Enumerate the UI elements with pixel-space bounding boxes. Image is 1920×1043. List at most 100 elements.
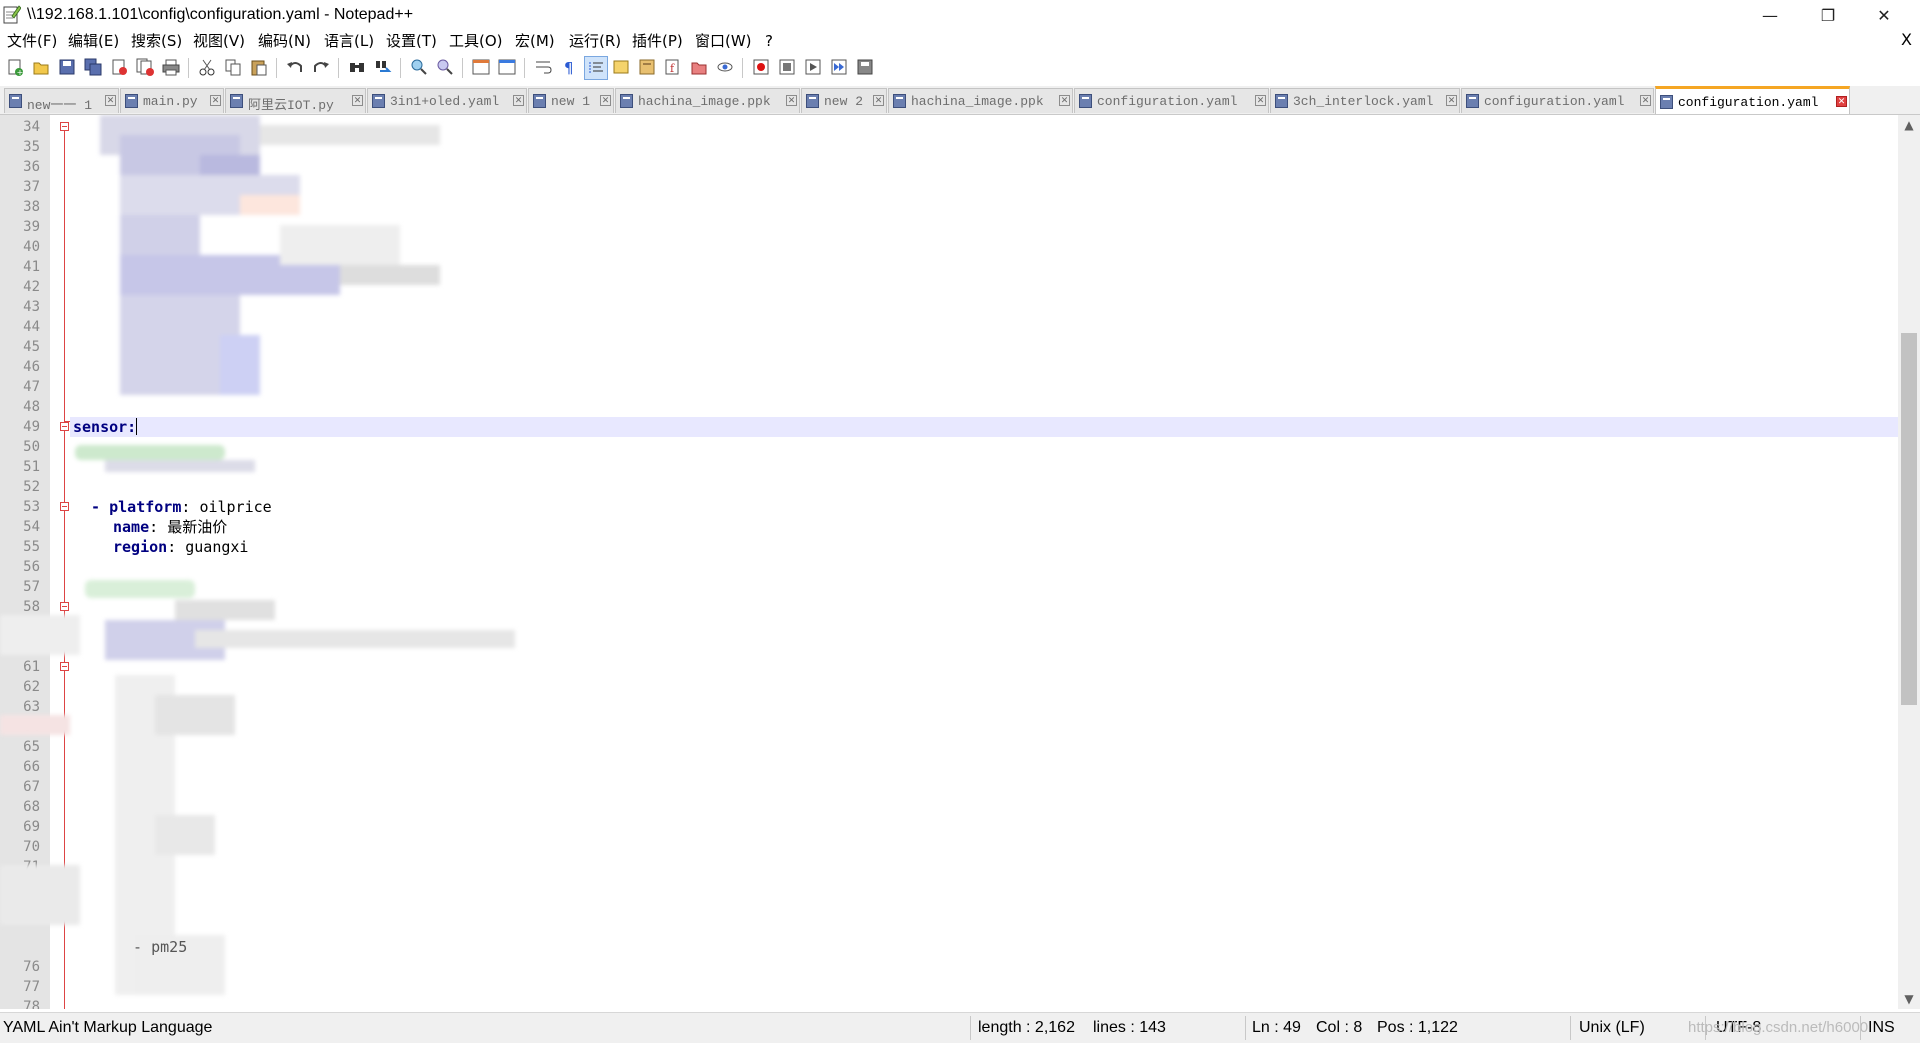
fold-collapse-icon[interactable] [60, 602, 69, 611]
replace-icon[interactable] [372, 56, 394, 78]
scroll-up-arrow-icon[interactable]: ▲ [1898, 115, 1920, 135]
run-macro-multiple-icon[interactable] [828, 56, 850, 78]
menu-run[interactable]: 运行(R) [569, 32, 621, 50]
list-dash: - [73, 498, 110, 516]
status-divider [1570, 1016, 1571, 1040]
save-all-icon[interactable] [82, 56, 104, 78]
tab[interactable]: 3ch_interlock.yaml ✕ [1270, 88, 1460, 113]
menu-search[interactable]: 搜索(S) [131, 32, 182, 50]
yaml-separator: : [149, 518, 168, 536]
tab-close-icon[interactable]: ✕ [105, 95, 116, 106]
tab-close-icon[interactable]: ✕ [873, 95, 884, 106]
tab-close-icon[interactable]: ✕ [1640, 95, 1651, 106]
tab-active[interactable]: configuration.yaml ✕ [1655, 86, 1850, 114]
maximize-button[interactable]: ❐ [1805, 0, 1851, 30]
line-number: 43 [23, 299, 40, 315]
menu-settings[interactable]: 设置(T) [386, 32, 437, 50]
tab[interactable]: 3in1+oled.yaml ✕ [367, 88, 527, 113]
function-list-icon[interactable]: f [662, 56, 684, 78]
doc-map-icon[interactable] [636, 56, 658, 78]
menu-view[interactable]: 视图(V) [193, 32, 245, 50]
menu-language[interactable]: 语言(L) [324, 32, 374, 50]
tab-close-icon[interactable]: ✕ [1255, 95, 1266, 106]
code-line-53[interactable]: - platform: oilprice [73, 497, 272, 517]
scrollbar-thumb[interactable] [1901, 333, 1917, 705]
scroll-down-arrow-icon[interactable]: ▼ [1898, 989, 1920, 1009]
code-line-55[interactable]: region: guangxi [113, 537, 248, 557]
close-window-button[interactable]: ✕ [1861, 0, 1907, 30]
fold-collapse-icon[interactable] [60, 422, 69, 431]
status-eol[interactable]: Unix (LF) [1579, 1019, 1645, 1037]
new-file-icon[interactable]: + [4, 56, 26, 78]
fold-collapse-icon[interactable] [60, 122, 69, 131]
monitoring-eye-icon[interactable] [714, 56, 736, 78]
undo-icon[interactable] [284, 56, 306, 78]
sync-vertical-icon[interactable] [470, 56, 492, 78]
sync-horizontal-icon[interactable] [496, 56, 518, 78]
line-number: 57 [23, 579, 40, 595]
tab[interactable]: main.py ✕ [120, 88, 224, 113]
stop-macro-icon[interactable] [776, 56, 798, 78]
menu-tools[interactable]: 工具(O) [449, 32, 503, 50]
tab[interactable]: configuration.yaml ✕ [1461, 88, 1654, 113]
menu-help[interactable]: ? [765, 32, 773, 50]
tab[interactable]: configuration.yaml ✕ [1074, 88, 1269, 113]
indent-guide-icon[interactable] [584, 56, 608, 80]
tab-close-icon[interactable]: ✕ [1836, 96, 1847, 107]
tab-close-icon[interactable]: ✕ [1059, 95, 1070, 106]
tab-close-icon[interactable]: ✕ [513, 95, 524, 106]
tab-close-icon[interactable]: ✕ [600, 95, 611, 106]
redacted-block [80, 115, 520, 405]
code-line-54[interactable]: name: 最新油价 [113, 517, 227, 537]
menu-plugins[interactable]: 插件(P) [632, 32, 683, 50]
vertical-scrollbar[interactable]: ▲ ▼ [1898, 115, 1920, 1009]
current-line-highlight [70, 417, 1898, 437]
print-icon[interactable] [160, 56, 182, 78]
menu-file[interactable]: 文件(F) [7, 32, 57, 50]
close-document-button[interactable]: X [1901, 31, 1912, 49]
line-number: 41 [23, 259, 40, 275]
close-file-icon[interactable] [108, 56, 130, 78]
code-line-partial[interactable]: - pm25 [115, 937, 187, 957]
tab-close-icon[interactable]: ✕ [1446, 95, 1457, 106]
record-macro-icon[interactable] [750, 56, 772, 78]
tab[interactable]: 阿里云IOT.py ✕ [225, 88, 366, 113]
menu-macro[interactable]: 宏(M) [515, 32, 555, 50]
tab[interactable]: new一一 1 ✕ [4, 88, 119, 113]
cut-icon[interactable] [196, 56, 218, 78]
play-macro-icon[interactable] [802, 56, 824, 78]
open-file-icon[interactable] [30, 56, 52, 78]
tab-close-icon[interactable]: ✕ [210, 95, 221, 106]
menu-window[interactable]: 窗口(W) [695, 32, 752, 50]
zoom-out-icon[interactable] [434, 56, 456, 78]
fold-collapse-icon[interactable] [60, 502, 69, 511]
copy-icon[interactable] [222, 56, 244, 78]
tab[interactable]: new 1 ✕ [528, 88, 614, 113]
find-icon[interactable] [346, 56, 368, 78]
tab[interactable]: new 2 ✕ [801, 88, 887, 113]
close-all-icon[interactable] [134, 56, 156, 78]
folder-workspace-icon[interactable] [688, 56, 710, 78]
code-line-49[interactable]: sensor: [73, 417, 138, 437]
save-macro-icon[interactable] [854, 56, 876, 78]
menu-edit[interactable]: 编辑(E) [68, 32, 119, 50]
minimize-button[interactable]: — [1747, 0, 1793, 30]
paste-icon[interactable] [248, 56, 270, 78]
tab[interactable]: hachina_image.ppk ✕ [888, 88, 1073, 113]
tab[interactable]: hachina_image.ppk ✕ [615, 88, 800, 113]
tab-close-icon[interactable]: ✕ [786, 95, 797, 106]
menu-encoding[interactable]: 编码(N) [258, 32, 311, 50]
user-language-icon[interactable] [610, 56, 632, 78]
toolbar-separator [276, 58, 277, 78]
show-all-characters-icon[interactable]: ¶ [558, 56, 580, 78]
save-icon[interactable] [56, 56, 78, 78]
word-wrap-icon[interactable] [532, 56, 554, 78]
editor-area[interactable]: 34 35 36 37 38 39 40 41 42 43 44 45 46 4… [0, 115, 1898, 1009]
tab-label: new一一 1 [27, 98, 93, 113]
toolbar-separator [188, 58, 189, 78]
tab-close-icon[interactable]: ✕ [352, 95, 363, 106]
redo-icon[interactable] [310, 56, 332, 78]
line-number: 53 [23, 499, 40, 515]
tab-bar: new一一 1 ✕ main.py ✕ 阿里云IOT.py ✕ 3in1+oled.y… [0, 86, 1920, 115]
zoom-in-icon[interactable] [408, 56, 430, 78]
